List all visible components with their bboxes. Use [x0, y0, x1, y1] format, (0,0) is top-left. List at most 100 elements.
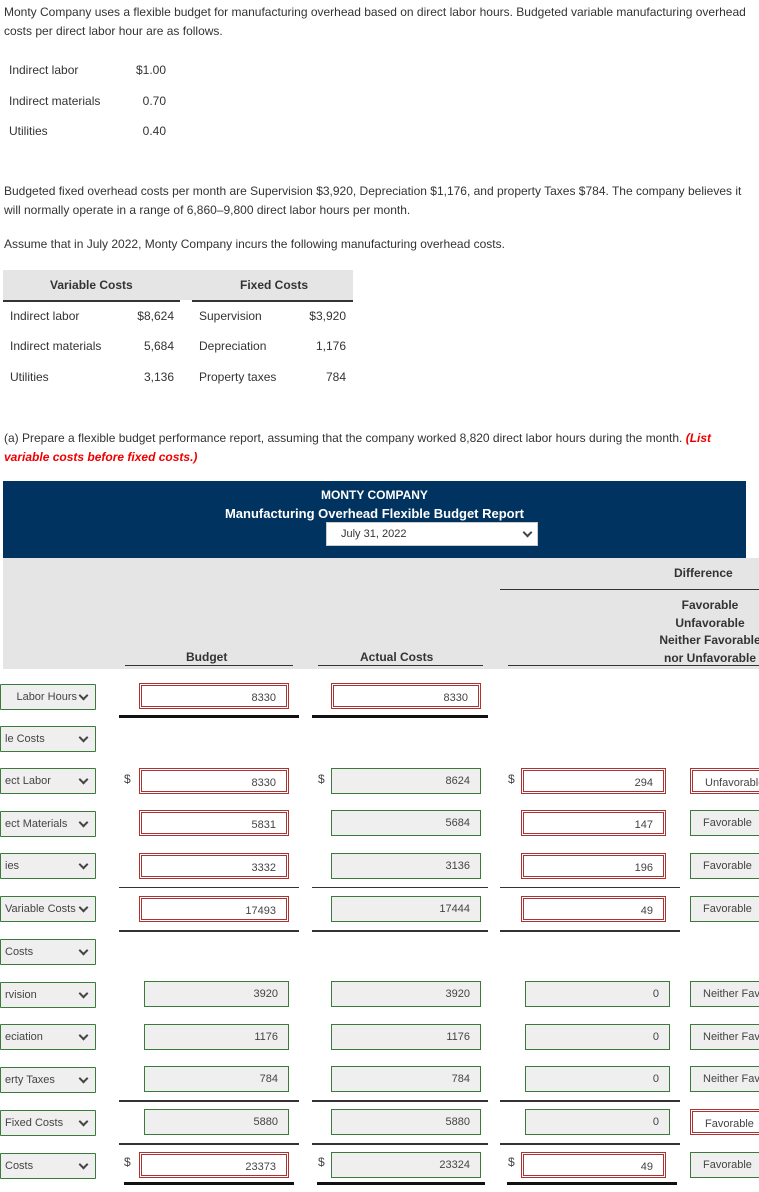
divider: [500, 1100, 680, 1102]
rate-label-utilities: Utilities: [9, 124, 48, 138]
incurred-label: Indirect materials: [10, 339, 102, 353]
chevron-down-icon: [78, 1073, 89, 1084]
difference-input[interactable]: 294: [521, 768, 666, 794]
actual-costs-heading: Actual Costs: [360, 650, 434, 664]
dollar-sign: $: [318, 772, 325, 786]
actual-input[interactable]: 5684: [331, 810, 481, 836]
chevron-down-icon: [522, 527, 533, 538]
budget-input[interactable]: 1176: [144, 1024, 289, 1050]
chevron-down-icon: [78, 817, 89, 828]
problem-intro-text: Monty Company uses a flexible budget for…: [4, 5, 746, 38]
difference-input[interactable]: 0: [525, 981, 670, 1007]
budget-input[interactable]: 8330: [139, 683, 289, 709]
divider: [119, 715, 299, 718]
dollar-sign: $: [508, 1155, 515, 1169]
actual-input[interactable]: 3920: [331, 981, 481, 1007]
budget-input[interactable]: 784: [144, 1066, 289, 1092]
row-label-select[interactable]: ect Labor: [0, 768, 96, 794]
divider: [119, 930, 299, 932]
company-name: MONTY COMPANY: [321, 488, 428, 502]
divider: [500, 930, 680, 932]
variable-costs-heading: Variable Costs: [50, 278, 133, 292]
rate-value-utilities: 0.40: [142, 124, 166, 138]
difference-input[interactable]: 0: [525, 1066, 670, 1092]
budget-input[interactable]: 5831: [139, 810, 289, 836]
incurred-label: Utilities: [10, 370, 49, 384]
actual-input[interactable]: 8624: [331, 768, 481, 794]
budget-input[interactable]: 3332: [139, 853, 289, 879]
difference-input[interactable]: 49: [521, 896, 666, 922]
difference-input[interactable]: 0: [525, 1024, 670, 1050]
favorability-select[interactable]: Favorable: [690, 853, 759, 879]
favorability-select[interactable]: Neither Favorable nor Unfavorable: [690, 1066, 759, 1092]
row-label-select[interactable]: Labor Hours: [0, 684, 96, 710]
budget-input[interactable]: 8330: [139, 768, 289, 794]
favorability-heading: Favorable Unfavorable Neither Favorable …: [659, 598, 759, 665]
dollar-sign: $: [318, 1155, 325, 1169]
divider: [318, 665, 483, 666]
rate-value-indirect-labor: $1.00: [135, 63, 166, 77]
incurred-value: 1,176: [315, 339, 346, 353]
actual-input[interactable]: 5880: [331, 1109, 481, 1135]
actual-input[interactable]: 17444: [331, 896, 481, 922]
budget-input[interactable]: 17493: [139, 896, 289, 922]
incurred-value: $8,624: [137, 309, 174, 323]
chevron-down-icon: [78, 690, 89, 701]
actual-input[interactable]: 784: [331, 1066, 481, 1092]
actual-input[interactable]: 8330: [331, 683, 481, 709]
divider: [312, 1143, 488, 1145]
chevron-down-icon: [78, 1159, 89, 1170]
dollar-sign: $: [508, 772, 515, 786]
divider: [119, 1100, 299, 1102]
row-label-select[interactable]: Variable Costs: [0, 896, 96, 922]
difference-input[interactable]: 49: [521, 1152, 666, 1178]
budget-input[interactable]: 5880: [144, 1109, 289, 1135]
chevron-down-icon: [78, 945, 89, 956]
difference-input[interactable]: 0: [525, 1109, 670, 1135]
favorability-select[interactable]: Favorable: [690, 896, 759, 922]
chevron-down-icon: [78, 1116, 89, 1127]
actual-input[interactable]: 3136: [331, 853, 481, 879]
row-label-select[interactable]: Costs: [0, 939, 96, 965]
favorability-select[interactable]: Favorable: [690, 1109, 759, 1135]
incurred-value: 5,684: [143, 339, 174, 353]
favorability-select[interactable]: Favorable: [690, 810, 759, 836]
actual-input[interactable]: 23324: [331, 1152, 481, 1178]
rate-value-indirect-materials: 0.70: [142, 94, 166, 108]
row-label-select[interactable]: le Costs: [0, 726, 96, 752]
divider: [312, 715, 488, 718]
question-text: (a) Prepare a flexible budget performanc…: [4, 431, 712, 464]
difference-input[interactable]: 147: [521, 810, 666, 836]
budget-input[interactable]: 3920: [144, 981, 289, 1007]
dollar-sign: $: [124, 772, 131, 786]
favorability-select[interactable]: Favorable: [690, 1152, 759, 1178]
dollar-sign: $: [124, 1155, 131, 1169]
favorability-select[interactable]: Neither Favorable nor Unfavorable: [690, 981, 759, 1007]
budget-heading: Budget: [186, 650, 228, 664]
favorability-select[interactable]: Neither Favorable nor Unfavorable: [690, 1024, 759, 1050]
chevron-down-icon: [78, 859, 89, 870]
divider: [500, 1143, 680, 1145]
row-label-select[interactable]: erty Taxes: [0, 1067, 96, 1093]
row-label-select[interactable]: Fixed Costs: [0, 1110, 96, 1136]
row-label-select[interactable]: ect Materials: [0, 811, 96, 837]
divider: [119, 887, 299, 888]
budget-input[interactable]: 23373: [139, 1152, 289, 1178]
divider: [125, 665, 293, 666]
actual-input[interactable]: 1176: [331, 1024, 481, 1050]
divider: [3, 300, 180, 302]
difference-input[interactable]: 196: [521, 853, 666, 879]
fixed-costs-text: Budgeted fixed overhead costs per month …: [4, 184, 742, 217]
row-label-select[interactable]: ies: [0, 853, 96, 879]
row-label-select[interactable]: rvision: [0, 982, 96, 1008]
favorability-select[interactable]: Unfavorable: [690, 768, 759, 794]
row-label-select[interactable]: Costs: [0, 1153, 96, 1179]
divider: [507, 1182, 677, 1185]
date-dropdown[interactable]: July 31, 2022: [326, 522, 538, 546]
row-label-select[interactable]: eciation: [0, 1024, 96, 1050]
divider: [312, 1100, 488, 1102]
divider: [124, 1182, 294, 1185]
rate-label-indirect-materials: Indirect materials: [9, 94, 101, 108]
difference-heading: Difference: [674, 566, 733, 580]
report-title: Manufacturing Overhead Flexible Budget R…: [224, 506, 525, 521]
